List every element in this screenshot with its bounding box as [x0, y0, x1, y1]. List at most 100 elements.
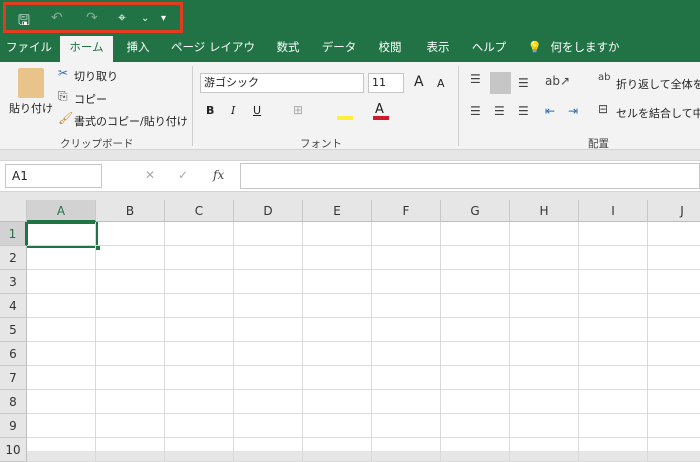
gridline [371, 222, 372, 462]
merge-center-button[interactable]: セルを結合して中央 [616, 105, 700, 121]
gridline [509, 222, 510, 462]
gridline [27, 245, 700, 246]
format-painter-icon: 🖌 [58, 111, 74, 125]
gridline [233, 222, 234, 462]
paste-button[interactable]: 貼り付け [9, 100, 53, 116]
column-header-d[interactable]: D [234, 200, 303, 222]
row-header-6[interactable]: 6 [0, 342, 27, 366]
shrink-font-button[interactable]: A [437, 77, 445, 90]
tab-data[interactable]: データ [318, 36, 360, 62]
lightbulb-icon: 💡 [527, 40, 543, 54]
row-header-4[interactable]: 4 [0, 294, 27, 318]
font-color-bar [373, 116, 389, 120]
font-name-select[interactable]: 游ゴシック [200, 73, 364, 93]
tab-view[interactable]: 表示 [418, 36, 458, 62]
font-color-button[interactable]: A [375, 102, 384, 117]
gridline [95, 222, 96, 462]
align-left-icon[interactable]: ☰ [470, 104, 481, 118]
font-group-label: フォント [300, 138, 342, 150]
scissors-icon: ✂ [58, 66, 69, 80]
save-icon[interactable]: 🖫 [18, 10, 30, 34]
align-top-icon[interactable]: ☰ [470, 72, 481, 86]
tab-insert[interactable]: 挿入 [116, 36, 160, 62]
gridline [27, 413, 700, 414]
tell-me-search[interactable]: 何をしますか [550, 36, 620, 62]
customize-qat-icon[interactable]: ▾ [161, 13, 166, 24]
select-all-corner[interactable] [0, 200, 27, 222]
gridline [27, 437, 700, 438]
tab-page-layout[interactable]: ページ レイアウト [168, 36, 258, 76]
gridline [27, 365, 700, 366]
column-header-b[interactable]: B [96, 200, 165, 222]
gridline [27, 389, 700, 390]
gridline [440, 222, 441, 462]
merge-center-icon: ⊟ [598, 102, 609, 116]
increase-indent-icon[interactable]: ⇥ [568, 104, 578, 118]
column-header-i[interactable]: I [579, 200, 648, 222]
underline-button[interactable]: U [253, 104, 261, 117]
font-size-select[interactable]: 11 [368, 73, 404, 93]
gridline [27, 269, 700, 270]
align-bottom-icon[interactable]: ☰ [518, 76, 529, 90]
tab-file[interactable]: ファイル [0, 36, 58, 62]
row-header-5[interactable]: 5 [0, 318, 27, 342]
tab-help[interactable]: ヘルプ [468, 36, 510, 62]
wrap-text-button[interactable]: 折り返して全体を表 [616, 76, 700, 92]
spreadsheet-grid[interactable]: A B C D E F G H I J 1 2 3 4 5 6 7 8 9 10 [0, 200, 700, 462]
wrap-text-icon: ab [598, 72, 611, 83]
column-header-h[interactable]: H [510, 200, 579, 222]
column-header-g[interactable]: G [441, 200, 510, 222]
decrease-indent-icon[interactable]: ⇤ [545, 104, 555, 118]
borders-icon[interactable]: ⊞ [293, 103, 303, 117]
align-center-icon[interactable]: ☰ [494, 104, 505, 118]
copy-icon: ⎘ [58, 89, 68, 103]
ribbon-tabs: ファイル ホーム 挿入 ページ レイアウト 数式 データ 校閲 表示 ヘルプ 💡… [0, 36, 700, 76]
bold-button[interactable]: B [206, 104, 214, 117]
column-header-j[interactable]: J [648, 200, 700, 222]
touch-mode-icon[interactable]: ⌖ [118, 10, 126, 26]
row-header-3[interactable]: 3 [0, 270, 27, 294]
cancel-icon[interactable]: ✕ [145, 168, 155, 182]
gridline [164, 222, 165, 462]
column-header-e[interactable]: E [303, 200, 372, 222]
gridline [647, 222, 648, 462]
quick-access-toolbar-highlight: 🖫 ↶ ↷ ⌖ ⌄ ▾ [3, 2, 183, 33]
row-header-7[interactable]: 7 [0, 366, 27, 390]
gridline [27, 341, 700, 342]
tab-review[interactable]: 校閲 [370, 36, 410, 62]
gridline [578, 222, 579, 462]
column-header-a[interactable]: A [27, 200, 96, 222]
grow-font-button[interactable]: A [414, 74, 424, 90]
redo-icon[interactable]: ↷ [86, 10, 98, 26]
row-header-2[interactable]: 2 [0, 246, 27, 270]
format-painter-button[interactable]: 書式のコピー/貼り付け [74, 113, 188, 129]
undo-icon[interactable]: ↶ [51, 10, 63, 26]
enter-icon[interactable]: ✓ [178, 168, 188, 182]
italic-button[interactable]: I [231, 104, 235, 117]
copy-button[interactable]: コピー [74, 91, 107, 107]
divider [192, 66, 193, 146]
tab-home[interactable]: ホーム [60, 36, 113, 62]
row-header-9[interactable]: 9 [0, 414, 27, 438]
row-header-1[interactable]: 1 [0, 222, 27, 246]
fill-color-icon[interactable] [337, 116, 353, 120]
column-header-f[interactable]: F [372, 200, 441, 222]
row-header-8[interactable]: 8 [0, 390, 27, 414]
divider [458, 66, 459, 146]
align-middle-button[interactable] [490, 72, 511, 94]
gridline [27, 293, 700, 294]
insert-function-button[interactable]: fx [213, 168, 224, 182]
orientation-icon[interactable]: ab↗ [545, 74, 570, 88]
clipboard-group-label: クリップボード [60, 138, 134, 150]
gridline [302, 222, 303, 462]
row-header-10[interactable]: 10 [0, 438, 27, 462]
tab-formulas[interactable]: 数式 [268, 36, 308, 62]
gridline [27, 317, 700, 318]
name-box[interactable]: A1 [5, 164, 102, 188]
chevron-down-icon[interactable]: ⌄ [141, 13, 149, 24]
column-header-c[interactable]: C [165, 200, 234, 222]
align-right-icon[interactable]: ☰ [518, 104, 529, 118]
formula-input[interactable] [240, 163, 700, 189]
cut-button[interactable]: 切り取り [74, 68, 118, 84]
paste-icon[interactable] [18, 68, 44, 98]
